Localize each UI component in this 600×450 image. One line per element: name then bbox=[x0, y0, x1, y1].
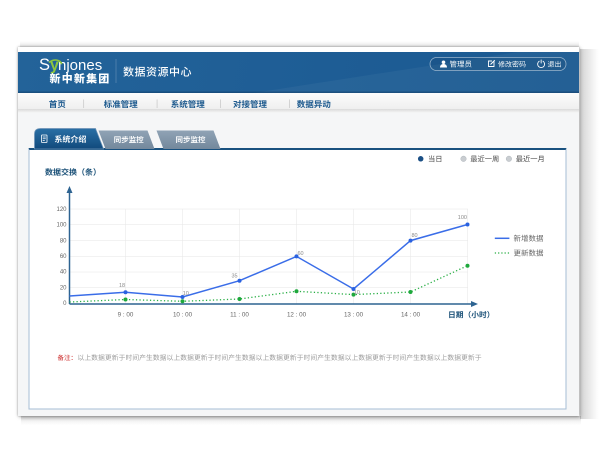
svg-text:80: 80 bbox=[411, 233, 417, 239]
svg-text:60: 60 bbox=[297, 251, 303, 257]
svg-text:14 : 00: 14 : 00 bbox=[401, 311, 421, 318]
svg-text:80: 80 bbox=[60, 238, 67, 244]
svg-text:0: 0 bbox=[63, 301, 67, 307]
svg-text:100: 100 bbox=[458, 215, 467, 221]
svg-text:12 : 00: 12 : 00 bbox=[287, 311, 307, 318]
svg-text:9 : 00: 9 : 00 bbox=[118, 311, 134, 318]
svg-text:13 : 00: 13 : 00 bbox=[344, 311, 364, 318]
svg-text:35: 35 bbox=[231, 273, 237, 279]
svg-text:120: 120 bbox=[56, 207, 67, 213]
svg-text:18: 18 bbox=[119, 283, 125, 289]
svg-text:100: 100 bbox=[56, 223, 67, 229]
svg-text:60: 60 bbox=[60, 254, 67, 260]
svg-text:11 : 00: 11 : 00 bbox=[230, 311, 249, 318]
svg-text:20: 20 bbox=[60, 285, 67, 291]
svg-text:10: 10 bbox=[354, 290, 360, 296]
svg-text:S: S bbox=[39, 56, 50, 74]
svg-text:40: 40 bbox=[60, 270, 67, 276]
svg-text:10 : 00: 10 : 00 bbox=[173, 311, 193, 318]
svg-text:10: 10 bbox=[183, 291, 189, 297]
svg-text:njones: njones bbox=[58, 57, 102, 74]
